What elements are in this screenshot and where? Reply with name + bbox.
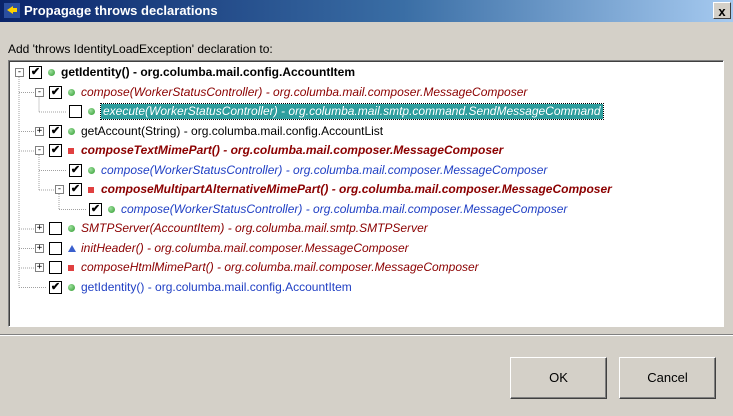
close-button[interactable]: x [713,2,731,19]
expand-toggle-icon[interactable]: + [35,126,44,136]
window-title: Propagage throws declarations [24,3,218,18]
checkbox-checked[interactable] [89,202,102,216]
checkbox-unchecked[interactable] [49,241,62,255]
public-method-icon [48,69,55,76]
tree-item-label: getAccount(String) - org.columba.mail.co… [81,123,384,138]
checkbox-unchecked[interactable] [69,105,82,118]
checkbox-checked[interactable] [69,183,82,196]
private-method-icon [88,187,94,193]
title-bar: Propagage throws declarations x [0,0,733,22]
public-method-icon [88,166,95,174]
checkbox-unchecked[interactable] [49,222,62,235]
checkbox-checked[interactable] [49,144,62,157]
public-method-icon [68,88,75,96]
private-method-icon [68,265,74,271]
tree-item-label: compose(WorkerStatusController) - org.co… [101,162,548,177]
tree-item-label: composeMultipartAlternativeMimePart() - … [101,182,612,196]
protected-method-icon [68,244,76,252]
tree-item-label: composeTextMimePart() - org.columba.mail… [81,143,504,157]
cancel-button[interactable]: Cancel [619,357,716,399]
checkbox-unchecked[interactable] [49,261,62,274]
private-method-icon [68,148,74,154]
dialog-caption: Add 'throws IdentityLoadException' decla… [8,42,273,56]
collapse-toggle-icon[interactable]: - [35,87,44,97]
checkbox-checked[interactable] [49,85,62,99]
collapse-toggle-icon[interactable]: - [55,185,64,194]
expand-toggle-icon[interactable]: + [35,224,44,233]
tree-item-label: initHeader() - org.columba.mail.composer… [81,240,409,255]
public-method-icon [68,283,75,291]
checkbox-checked[interactable] [49,280,62,294]
collapse-toggle-icon[interactable]: - [15,68,24,77]
checkbox-checked[interactable] [69,163,82,177]
public-method-icon [68,225,75,232]
public-method-icon [108,205,115,213]
checkbox-checked[interactable] [29,66,42,79]
method-tree[interactable]: - getIdentity() - org.columba.mail.config… [8,60,724,327]
public-method-icon [68,127,75,135]
tree-item-label: compose(WorkerStatusController) - org.co… [81,84,528,99]
tree-item-label: execute(WorkerStatusController) - org.co… [100,103,604,120]
tree-item-label: getIdentity() - org.columba.mail.config.… [81,279,352,294]
expand-toggle-icon[interactable]: + [35,263,44,272]
refactor-icon [4,3,20,18]
tree-item-label: getIdentity() - org.columba.mail.config.… [61,65,356,79]
expand-toggle-icon[interactable]: + [35,243,44,253]
tree-item-label: SMTPServer(AccountItem) - org.columba.ma… [81,221,428,235]
ok-button[interactable]: OK [510,357,607,399]
collapse-toggle-icon[interactable]: - [35,146,44,155]
checkbox-checked[interactable] [49,124,62,138]
public-method-icon [88,108,95,115]
tree-item-label: composeHtmlMimePart() - org.columba.mail… [81,260,479,274]
separator [0,334,733,336]
tree-item-label: compose(WorkerStatusController) - org.co… [121,201,568,216]
